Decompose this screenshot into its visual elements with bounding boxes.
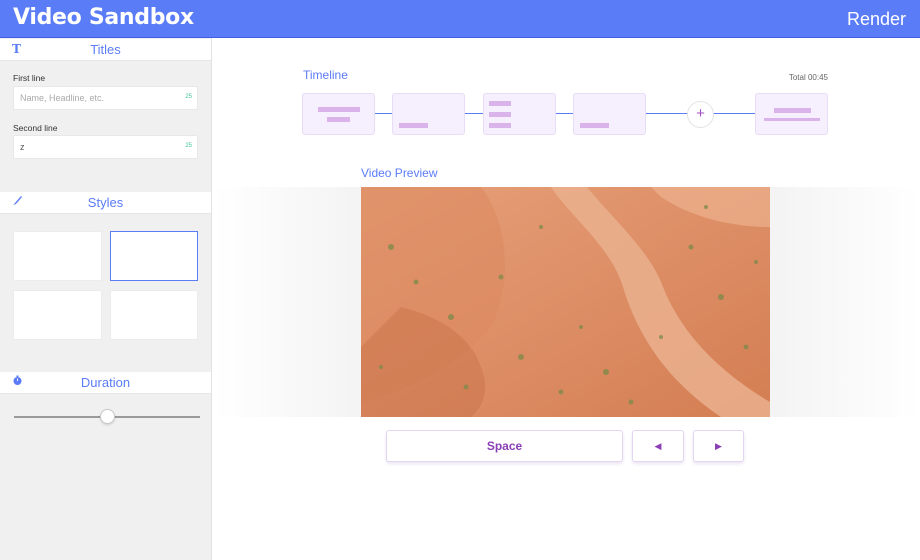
space-button[interactable]: Space (386, 430, 623, 462)
top-bar: Video Sandbox Render (0, 0, 920, 38)
timeline-clip-end[interactable] (755, 93, 828, 135)
titles-heading: Titles (90, 42, 121, 57)
second-line-label: Second line (13, 123, 58, 133)
second-line-field[interactable]: 25 (13, 135, 198, 159)
clip-bar (318, 107, 360, 112)
clip-bar (774, 108, 811, 113)
styles-section-header[interactable]: Styles (0, 192, 211, 214)
next-button[interactable]: ▶ (693, 430, 744, 462)
clip-bar (489, 112, 511, 117)
first-line-label: First line (13, 73, 46, 83)
clip-bar (764, 118, 820, 121)
styles-heading: Styles (87, 195, 124, 210)
titles-section-header[interactable]: T Titles (0, 39, 211, 61)
video-preview-image (361, 187, 770, 417)
style-card-2-selected[interactable] (110, 231, 198, 281)
space-button-label: Space (486, 439, 523, 453)
duration-slider-handle[interactable] (99, 409, 115, 424)
clip-bar (399, 123, 428, 128)
render-button[interactable]: Render (847, 9, 906, 30)
first-line-field[interactable]: 25 (13, 86, 198, 110)
timeline-total: Total 00:45 (788, 73, 828, 82)
style-card-1[interactable] (13, 231, 102, 281)
style-card-4[interactable] (110, 290, 198, 340)
play-right-icon: ▶ (715, 441, 722, 451)
timeline-heading: Timeline (303, 68, 348, 82)
timeline-clip-3[interactable] (483, 93, 556, 135)
app-title: Video Sandbox (13, 5, 194, 30)
first-line-input[interactable] (20, 87, 180, 109)
sidebar: T Titles First line 25 Second line 25 St… (0, 38, 212, 560)
clip-bar (489, 101, 511, 106)
style-card-3[interactable] (13, 290, 102, 340)
add-clip-button[interactable]: + (687, 101, 714, 128)
clip-bar (489, 123, 511, 128)
first-line-counter: 25 (185, 94, 192, 100)
duration-section-header[interactable]: Duration (0, 372, 211, 394)
timeline-clip-4[interactable] (573, 93, 646, 135)
timeline-clip-1[interactable] (302, 93, 375, 135)
duration-heading: Duration (80, 375, 131, 390)
clip-bar (580, 123, 609, 128)
timeline-clip-2[interactable] (392, 93, 465, 135)
clip-bar (327, 117, 350, 122)
second-line-input[interactable] (20, 136, 180, 158)
video-preview-heading: Video Preview (361, 166, 438, 180)
second-line-counter: 25 (185, 143, 192, 149)
previous-button[interactable]: ◀ (632, 430, 684, 462)
play-left-icon: ◀ (654, 441, 662, 451)
